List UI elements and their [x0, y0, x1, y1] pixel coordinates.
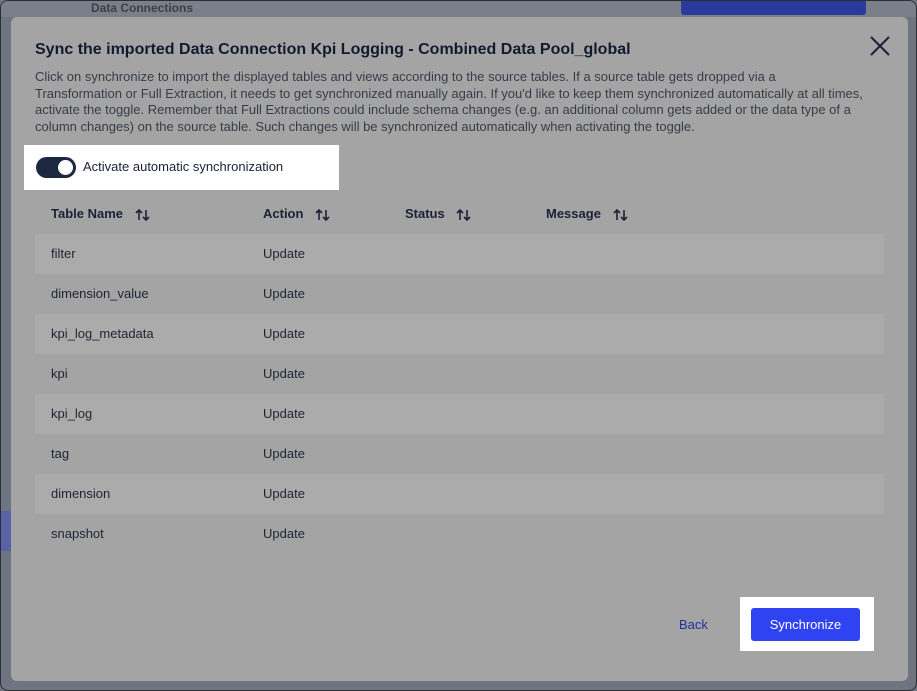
close-icon — [870, 36, 890, 56]
action-cell: Update — [263, 326, 305, 341]
action-cell: Update — [263, 366, 305, 381]
table-name-cell: tag — [51, 446, 70, 461]
table-row: kpi_log Update — [35, 394, 884, 434]
table-row: snapshot Update — [35, 514, 884, 554]
sort-icon — [315, 208, 330, 221]
table-name-cell: filter — [51, 246, 76, 261]
auto-sync-toggle-label: Activate automatic synchronization — [83, 159, 284, 174]
column-header-label: Table Name — [51, 206, 124, 221]
synchronize-button-container: Synchronize — [740, 597, 874, 651]
background-add-button — [681, 1, 866, 15]
column-header-table-name[interactable]: Table Name — [51, 206, 151, 222]
background-breadcrumb: Data Connections — [91, 1, 194, 15]
action-cell: Update — [263, 446, 305, 461]
column-header-action[interactable]: Action — [263, 206, 331, 222]
modal-title: Sync the imported Data Connection Kpi Lo… — [35, 41, 631, 58]
table-name-cell: kpi_log — [51, 406, 93, 421]
sync-modal: Sync the imported Data Connection Kpi Lo… — [11, 17, 908, 681]
table-header: Table Name Action Status Message — [35, 203, 884, 227]
column-header-status[interactable]: Status — [405, 206, 472, 222]
background-sidebar-highlight — [1, 511, 11, 551]
table-name-cell: kpi_log_metadata — [51, 326, 154, 341]
action-cell: Update — [263, 286, 305, 301]
table-row: kpi Update — [35, 354, 884, 394]
column-header-message[interactable]: Message — [546, 206, 629, 222]
close-button[interactable] — [867, 33, 893, 59]
table-name-cell: snapshot — [51, 526, 104, 541]
action-cell: Update — [263, 406, 305, 421]
toggle-knob — [58, 160, 73, 175]
table-row: tag Update — [35, 434, 884, 474]
sort-icon — [456, 208, 471, 221]
action-cell: Update — [263, 486, 305, 501]
table-name-cell: dimension_value — [51, 286, 149, 301]
table-name-cell: dimension — [51, 486, 111, 501]
column-header-label: Action — [263, 206, 304, 221]
table-row: dimension_value Update — [35, 274, 884, 314]
table-row: dimension Update — [35, 474, 884, 514]
synchronize-button[interactable]: Synchronize — [751, 608, 860, 641]
auto-sync-toggle[interactable] — [36, 157, 76, 178]
table-row: kpi_log_metadata Update — [35, 314, 884, 354]
column-header-label: Message — [546, 206, 601, 221]
action-cell: Update — [263, 526, 305, 541]
table-row: filter Update — [35, 234, 884, 274]
column-header-label: Status — [405, 206, 445, 221]
auto-sync-toggle-container: Activate automatic synchronization — [24, 145, 339, 190]
sort-icon — [135, 208, 150, 221]
background-header: Data Connections — [1, 1, 916, 17]
table-name-cell: kpi — [51, 366, 68, 381]
sort-icon — [612, 208, 628, 221]
back-button[interactable]: Back — [679, 617, 708, 632]
action-cell: Update — [263, 246, 305, 261]
app-background: Data Connections Sync the imported Data … — [0, 0, 917, 691]
modal-description: Click on synchronize to import the displ… — [35, 69, 863, 134]
table-body: filter Update dimension_value Update kpi… — [35, 234, 884, 554]
